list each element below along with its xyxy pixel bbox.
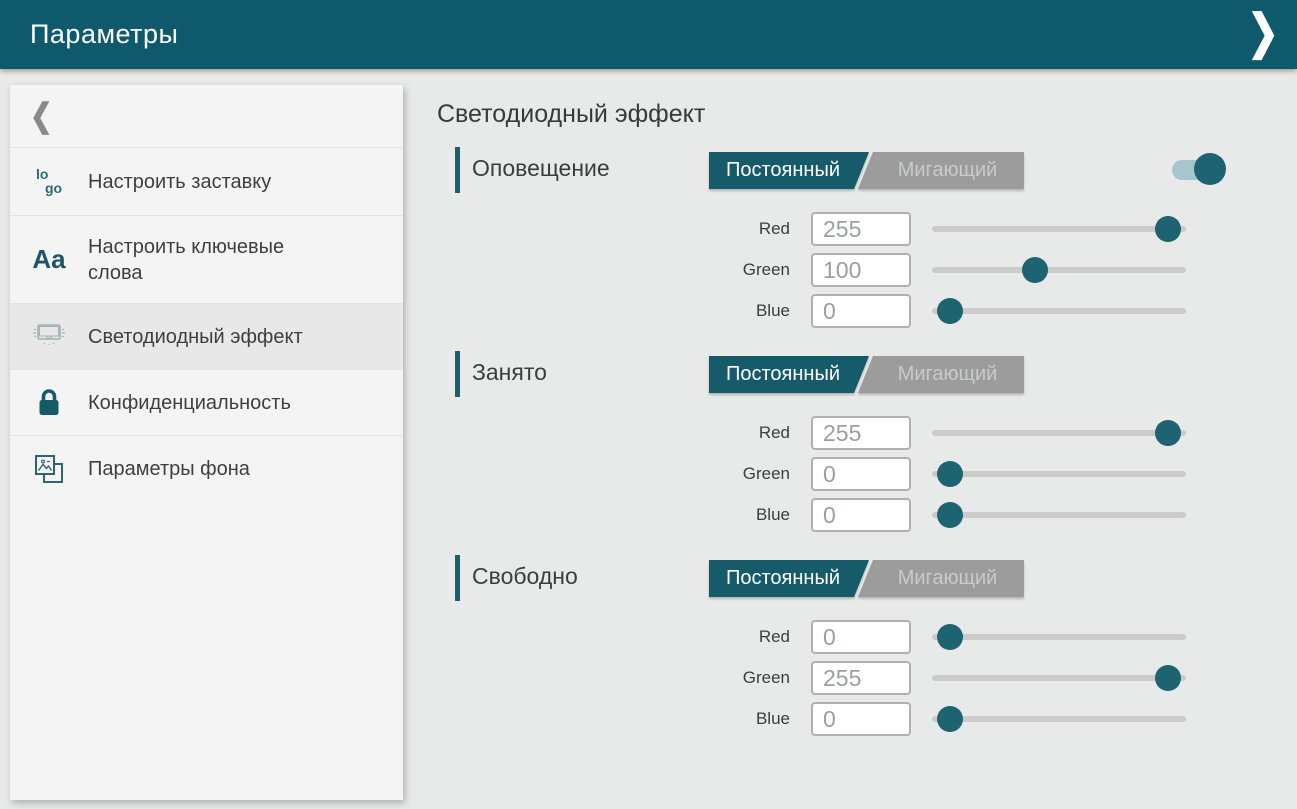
section-free: Свободно Постоянный Мигающий Red Green B… <box>437 555 1297 736</box>
green-slider[interactable] <box>932 253 1186 287</box>
section-notification: Оповещение Постоянный Мигающий Red Green <box>437 147 1297 328</box>
section-label: Оповещение <box>472 155 610 182</box>
sidebar-item-label: Конфиденциальность <box>88 390 291 416</box>
green-label: Green <box>437 260 790 280</box>
slider-thumb[interactable] <box>1155 420 1181 446</box>
red-value-input[interactable] <box>811 416 911 450</box>
back-chevron-icon: ❮ <box>30 97 53 134</box>
blue-value-input[interactable] <box>811 498 911 532</box>
blue-label: Blue <box>437 709 790 729</box>
slider-thumb[interactable] <box>937 502 963 528</box>
blue-slider[interactable] <box>932 294 1186 328</box>
sidebar-item-screensaver[interactable]: logo Настроить заставку <box>10 147 403 215</box>
mode-toggle-notification: Постоянный Мигающий <box>709 152 1024 189</box>
red-value-input[interactable] <box>811 212 911 246</box>
slider-rail <box>932 634 1186 640</box>
mode-toggle-free: Постоянный Мигающий <box>709 560 1024 597</box>
slider-rail <box>932 512 1186 518</box>
notification-enabled-switch[interactable] <box>1172 153 1226 186</box>
led-monitor-icon <box>29 320 69 354</box>
section-busy: Занято Постоянный Мигающий Red Green Blu… <box>437 351 1297 532</box>
green-value-input[interactable] <box>811 661 911 695</box>
rgb-row-red: Red <box>437 620 1297 654</box>
rgb-row-blue: Blue <box>437 702 1297 736</box>
sidebar-item-label: Светодиодный эффект <box>88 324 303 350</box>
red-slider[interactable] <box>932 620 1186 654</box>
rgb-row-blue: Blue <box>437 294 1297 328</box>
background-image-icon <box>31 451 67 487</box>
slider-thumb[interactable] <box>937 461 963 487</box>
slider-thumb[interactable] <box>937 624 963 650</box>
slider-thumb[interactable] <box>1155 216 1181 242</box>
mode-blinking-button[interactable]: Мигающий <box>857 560 1024 597</box>
sidebar-item-label: Настроить ключевые слова <box>88 234 340 286</box>
mode-toggle-busy: Постоянный Мигающий <box>709 356 1024 393</box>
settings-sidebar: ❮ logo Настроить заставку Aa Настроить к… <box>10 85 403 800</box>
blue-slider[interactable] <box>932 702 1186 736</box>
slider-thumb[interactable] <box>937 706 963 732</box>
red-slider[interactable] <box>932 416 1186 450</box>
red-slider[interactable] <box>932 212 1186 246</box>
section-label: Занято <box>472 359 547 386</box>
sidebar-item-background[interactable]: Параметры фона <box>10 435 403 502</box>
sidebar-item-label: Настроить заставку <box>88 169 271 195</box>
red-value-input[interactable] <box>811 620 911 654</box>
red-label: Red <box>437 219 790 239</box>
green-slider[interactable] <box>932 661 1186 695</box>
slider-rail <box>932 675 1186 681</box>
logo-icon: logo <box>36 168 62 195</box>
blue-slider[interactable] <box>932 498 1186 532</box>
green-value-input[interactable] <box>811 253 911 287</box>
green-label: Green <box>437 464 790 484</box>
green-label: Green <box>437 668 790 688</box>
green-slider[interactable] <box>932 457 1186 491</box>
slider-rail <box>932 716 1186 722</box>
accent-bar <box>455 147 460 193</box>
mode-constant-button[interactable]: Постоянный <box>709 152 869 189</box>
slider-rail <box>932 308 1186 314</box>
blue-value-input[interactable] <box>811 294 911 328</box>
accent-bar <box>455 351 460 397</box>
sidebar-item-label: Параметры фона <box>88 456 250 482</box>
blue-value-input[interactable] <box>811 702 911 736</box>
slider-thumb[interactable] <box>937 298 963 324</box>
slider-thumb[interactable] <box>1022 257 1048 283</box>
slider-thumb[interactable] <box>1155 665 1181 691</box>
app-header: Параметры ❯ <box>0 0 1297 69</box>
rgb-row-red: Red <box>437 416 1297 450</box>
sidebar-collapse-button[interactable]: ❮ <box>10 85 403 147</box>
red-label: Red <box>437 423 790 443</box>
section-title: Светодиодный эффект <box>437 100 1297 129</box>
rgb-row-green: Green <box>437 661 1297 695</box>
led-effect-panel: Светодиодный эффект Оповещение Постоянны… <box>437 69 1297 809</box>
mode-constant-button[interactable]: Постоянный <box>709 560 869 597</box>
slider-rail <box>932 430 1186 436</box>
sidebar-item-privacy[interactable]: Конфиденциальность <box>10 369 403 435</box>
sidebar-item-led-effect[interactable]: Светодиодный эффект <box>10 303 403 369</box>
green-value-input[interactable] <box>811 457 911 491</box>
mode-blinking-button[interactable]: Мигающий <box>857 152 1024 189</box>
switch-knob <box>1194 153 1226 185</box>
blue-label: Blue <box>437 505 790 525</box>
rgb-row-red: Red <box>437 212 1297 246</box>
sidebar-item-keywords[interactable]: Aa Настроить ключевые слова <box>10 215 403 303</box>
lock-icon <box>35 387 63 419</box>
page-title: Параметры <box>30 19 178 50</box>
forward-chevron-icon[interactable]: ❯ <box>1247 2 1279 65</box>
accent-bar <box>455 555 460 601</box>
red-label: Red <box>437 627 790 647</box>
slider-rail <box>932 471 1186 477</box>
slider-rail <box>932 267 1186 273</box>
blue-label: Blue <box>437 301 790 321</box>
rgb-row-green: Green <box>437 457 1297 491</box>
rgb-row-blue: Blue <box>437 498 1297 532</box>
slider-rail <box>932 226 1186 232</box>
mode-blinking-button[interactable]: Мигающий <box>857 356 1024 393</box>
section-label: Свободно <box>472 563 578 590</box>
rgb-row-green: Green <box>437 253 1297 287</box>
keywords-aa-icon: Aa <box>32 244 65 275</box>
mode-constant-button[interactable]: Постоянный <box>709 356 869 393</box>
